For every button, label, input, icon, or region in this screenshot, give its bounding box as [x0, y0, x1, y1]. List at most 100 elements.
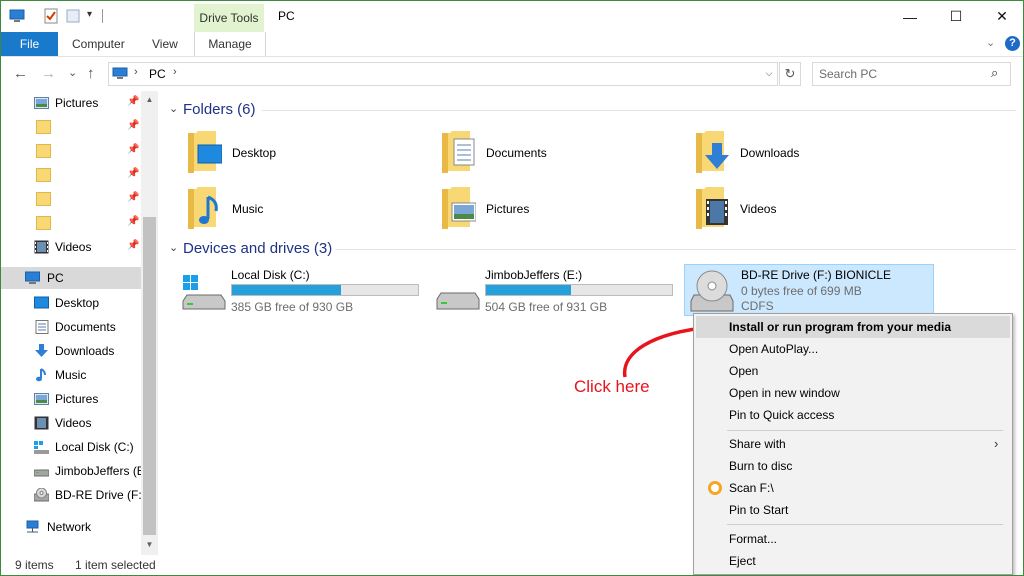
title-bar: ▾ Drive Tools PC — ☐ ✕: [1, 1, 1023, 33]
qat-dropdown-icon[interactable]: ▾: [87, 9, 92, 20]
folders-section-header[interactable]: Folders (6): [183, 101, 256, 118]
menu-item-label: Open: [729, 364, 759, 378]
minimize-icon: —: [903, 8, 917, 25]
drive-name: BD-RE Drive (F:) BIONICLE: [741, 268, 892, 282]
menu-item-open-in-new-window[interactable]: Open in new window: [696, 382, 1010, 404]
tab-file[interactable]: File: [1, 32, 58, 56]
submenu-arrow-icon: ›: [994, 436, 999, 451]
maximize-icon: ☐: [949, 8, 963, 24]
selection-count: 1 item selected: [75, 558, 156, 572]
scroll-down-icon[interactable]: ▼: [141, 538, 158, 552]
sidebar-item-documents[interactable]: Documents: [1, 316, 141, 338]
ribbon-expand-icon[interactable]: ⌄: [986, 36, 995, 49]
folder-tile-downloads[interactable]: Downloads: [694, 131, 934, 183]
menu-item-label: Open in new window: [729, 386, 840, 400]
scroll-up-icon[interactable]: ▲: [141, 93, 158, 107]
videos-folder-icon: [696, 187, 728, 229]
sidebar-item-pictures[interactable]: Pictures 📌: [1, 92, 141, 114]
menu-item-scan[interactable]: Scan F:\: [696, 477, 1010, 499]
menu-item-burn-to-disc[interactable]: Burn to disc: [696, 455, 1010, 477]
menu-item-eject[interactable]: Eject: [696, 550, 1010, 572]
recent-locations-icon[interactable]: ⌄: [68, 66, 77, 79]
minimize-button[interactable]: —: [887, 1, 933, 32]
breadcrumb-pc[interactable]: PC: [149, 67, 166, 81]
close-button[interactable]: ✕: [979, 1, 1023, 32]
scrollbar-thumb[interactable]: [143, 217, 156, 535]
documents-icon: [35, 320, 49, 334]
breadcrumb-separator-icon[interactable]: ›: [134, 66, 138, 78]
folder-tile-documents[interactable]: Documents: [440, 131, 680, 183]
documents-folder-icon: [442, 131, 475, 173]
menu-item-pin-to-quick-access[interactable]: Pin to Quick access: [696, 404, 1010, 426]
sidebar-item-folder[interactable]: 📌: [1, 140, 141, 162]
folder-tile-pictures[interactable]: Pictures: [440, 187, 680, 239]
pin-icon: 📌: [127, 216, 140, 227]
maximize-button[interactable]: ☐: [933, 1, 979, 32]
sidebar-item-network[interactable]: Network: [1, 516, 141, 538]
pin-icon: 📌: [127, 192, 140, 203]
computer-icon[interactable]: [9, 8, 25, 24]
properties-icon[interactable]: [43, 8, 59, 24]
drive-usage-bar: [231, 284, 419, 296]
address-bar[interactable]: › PC ›: [108, 62, 778, 86]
menu-item-label: Pin to Start: [729, 503, 789, 517]
refresh-icon[interactable]: ↻: [779, 62, 801, 86]
menu-item-share-with[interactable]: Share with ›: [696, 433, 1010, 455]
sidebar-item-desktop[interactable]: Desktop: [1, 292, 141, 314]
sidebar-item-jimbobjeffers-e[interactable]: JimbobJeffers (E: [1, 460, 145, 482]
menu-item-open-autoplay[interactable]: Open AutoPlay...: [696, 338, 1010, 360]
drive-tile-local-disk-c[interactable]: Local Disk (C:) 385 GB free of 930 GB: [181, 265, 431, 317]
menu-item-open[interactable]: Open: [696, 360, 1010, 382]
drive-usage-fill: [486, 285, 572, 295]
sidebar-item-local-disk-c[interactable]: Local Disk (C:): [1, 436, 141, 458]
menu-item-format[interactable]: Format...: [696, 528, 1010, 550]
menu-item-label: Scan F:\: [729, 481, 774, 495]
window-title: PC: [278, 9, 295, 23]
breadcrumb-separator-icon[interactable]: ›: [173, 66, 177, 78]
sidebar-item-music[interactable]: Music: [1, 364, 141, 386]
sidebar-item-label: Pictures: [55, 96, 99, 110]
sidebar-item-folder[interactable]: 📌: [1, 116, 141, 138]
folder-tile-desktop[interactable]: Desktop: [186, 131, 426, 183]
sidebar-item-pictures[interactable]: Pictures: [1, 388, 141, 410]
sidebar-item-bd-re-drive-f[interactable]: BD-RE Drive (F:): [1, 484, 146, 506]
tab-manage[interactable]: Manage: [194, 32, 266, 56]
drive-tile-bd-re-drive-f[interactable]: BD-RE Drive (F:) BIONICLE 0 bytes free o…: [684, 264, 934, 316]
collapse-chevron-icon[interactable]: ⌄: [169, 241, 178, 254]
drive-filesystem: CDFS: [741, 299, 774, 313]
collapse-chevron-icon[interactable]: ⌄: [169, 102, 178, 115]
menu-item-label: Install or run program from your media: [729, 320, 952, 334]
sidebar-item-folder[interactable]: 📌: [1, 212, 141, 234]
search-box[interactable]: Search PC ⌕: [812, 62, 1011, 86]
pin-icon: 📌: [127, 120, 140, 131]
sidebar-item-videos[interactable]: Videos 📌: [1, 236, 141, 258]
drives-section-header[interactable]: Devices and drives (3): [183, 240, 332, 257]
address-dropdown-icon[interactable]: ⌵: [761, 62, 777, 84]
sidebar-item-pc[interactable]: PC: [1, 267, 141, 289]
tab-computer[interactable]: Computer: [72, 32, 125, 56]
menu-item-pin-to-start[interactable]: Pin to Start: [696, 499, 1010, 521]
folder-tile-videos[interactable]: Videos: [694, 187, 934, 239]
forward-arrow-icon[interactable]: →: [41, 65, 56, 82]
sidebar-item-folder[interactable]: 📌: [1, 188, 141, 210]
up-arrow-icon[interactable]: ↑: [87, 65, 95, 82]
drive-tile-jimbobjeffers-e[interactable]: JimbobJeffers (E:) 504 GB free of 931 GB: [435, 265, 685, 317]
sidebar-item-folder[interactable]: 📌: [1, 164, 141, 186]
sidebar-item-videos[interactable]: Videos: [1, 412, 141, 434]
new-folder-icon[interactable]: [65, 8, 81, 24]
explorer-window: ▾ Drive Tools PC — ☐ ✕ File Computer Vie…: [0, 0, 1024, 576]
close-icon: ✕: [996, 8, 1008, 24]
tab-view[interactable]: View: [152, 32, 178, 56]
windows-drive-icon: [182, 275, 226, 310]
context-menu: Install or run program from your media O…: [693, 313, 1013, 575]
folder-label: Documents: [486, 146, 547, 160]
help-icon[interactable]: ?: [1005, 36, 1020, 51]
menu-item-install-or-run[interactable]: Install or run program from your media: [696, 316, 1010, 338]
back-arrow-icon[interactable]: ←: [13, 65, 28, 82]
folder-icon: [36, 120, 51, 134]
navigation-pane: Pictures 📌 📌 📌 📌 📌 📌 Videos 📌 PC Desktop…: [1, 91, 158, 555]
folder-tile-music[interactable]: Music: [186, 187, 426, 239]
sidebar-item-downloads[interactable]: Downloads: [1, 340, 141, 362]
folder-icon: [36, 216, 51, 230]
menu-item-label: Burn to disc: [729, 459, 793, 473]
